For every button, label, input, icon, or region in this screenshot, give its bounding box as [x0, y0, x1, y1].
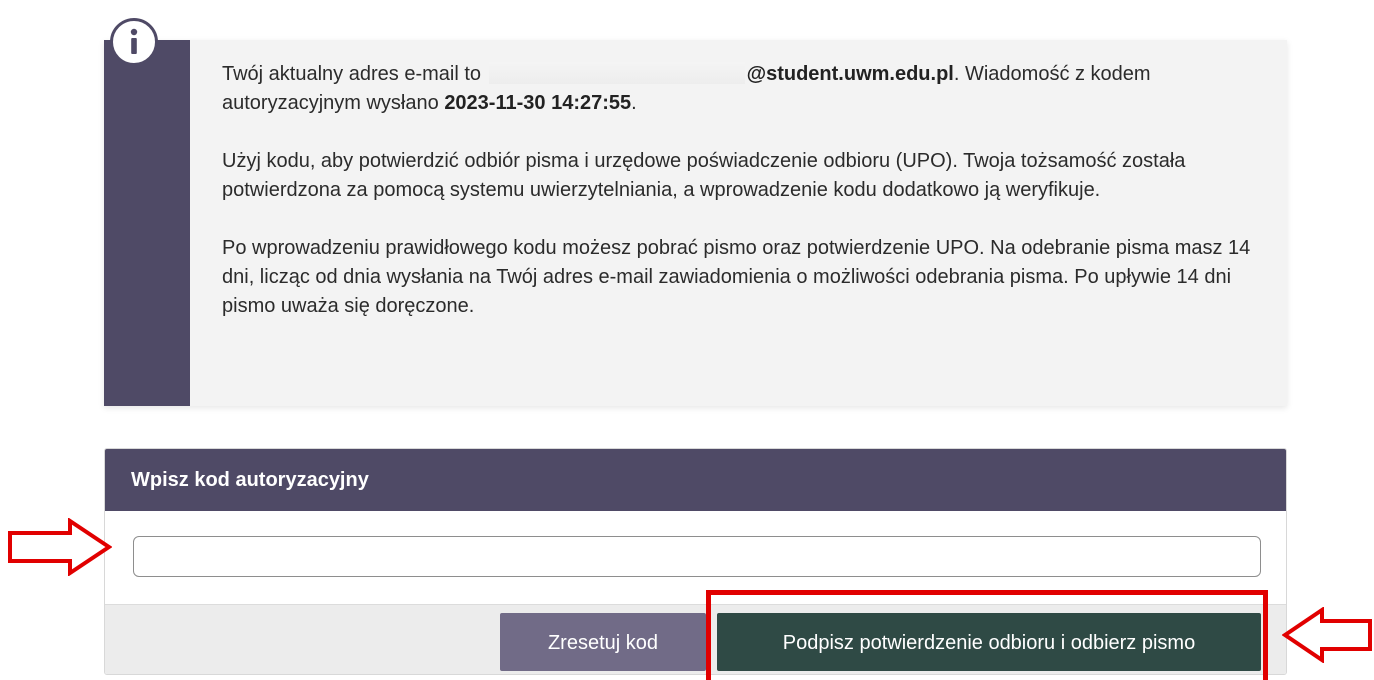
annotation-highlight-box [706, 590, 1268, 680]
email-domain: @student.uwm.edu.pl [746, 63, 954, 85]
email-intro-text: Twój aktualny adres e-mail to [222, 63, 482, 85]
info-paragraph-purpose: Użyj kodu, aby potwierdzić odbiór pisma … [222, 150, 1186, 201]
info-paragraph-email: Twój aktualny adres e-mail to @student.u… [222, 60, 1272, 118]
redacted-email-username [488, 62, 745, 84]
info-paragraph-deadline: Po wprowadzeniu prawidłowego kodu możesz… [222, 237, 1251, 317]
reset-code-button[interactable]: Zresetuj kod [500, 613, 706, 671]
code-panel-title: Wpisz kod autoryzacyjny [105, 449, 1286, 511]
sent-datetime: 2023-11-30 14:27:55 [444, 92, 632, 114]
annotation-arrow-right-icon [8, 518, 112, 576]
annotation-arrow-left-icon [1282, 607, 1372, 663]
info-text: Twój aktualny adres e-mail to @student.u… [222, 60, 1272, 321]
page: Twój aktualny adres e-mail to @student.u… [0, 0, 1374, 680]
info-circle-icon [110, 18, 158, 66]
sentence-end: . [631, 92, 637, 114]
info-accent-bar [104, 40, 190, 406]
authorization-code-input[interactable] [133, 536, 1261, 577]
